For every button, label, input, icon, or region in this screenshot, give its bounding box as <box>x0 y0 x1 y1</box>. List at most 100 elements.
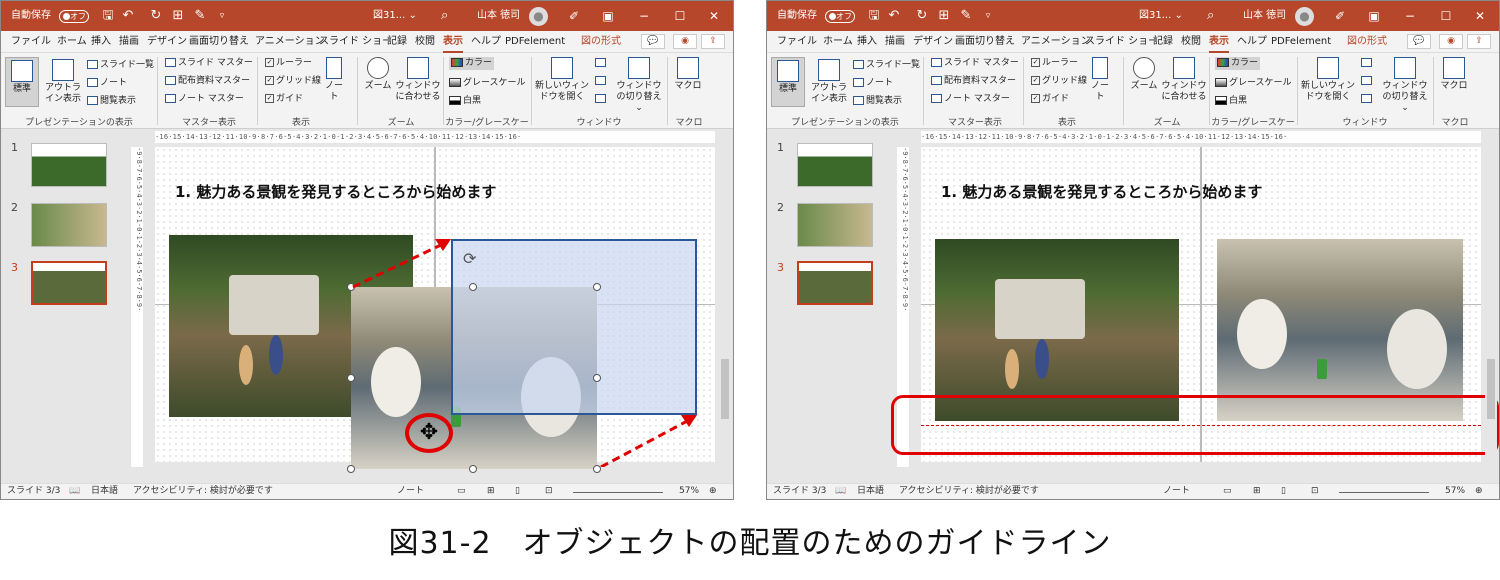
photo-workshop[interactable] <box>1217 239 1463 421</box>
handout-master-button[interactable]: 配布資料マスター <box>931 75 1016 88</box>
restore-button[interactable]: ☐ <box>1431 1 1461 31</box>
ruler-checkbox[interactable]: ✓ ルーラー <box>1031 57 1078 70</box>
reading-view-button[interactable]: 閲覧表示 <box>87 95 136 108</box>
user-name[interactable]: 山本 徳司 <box>1243 1 1286 31</box>
zoom-slider[interactable] <box>1339 492 1429 493</box>
notes-page-button[interactable]: ノート <box>853 77 893 90</box>
switch-windows-button[interactable]: ウィンドウの切り替え ⌄ <box>1381 57 1429 114</box>
autosave-toggle[interactable]: オフ <box>59 10 89 23</box>
accessibility-status[interactable]: アクセシビリティ: 検討が必要です <box>133 484 273 499</box>
presentation-icon[interactable]: ⊞ <box>169 1 187 31</box>
slide-canvas[interactable]: 1. 魅力ある景観を発見するところから始めます ⟳ ✥ <box>155 147 715 473</box>
notes-button[interactable]: ノート <box>323 57 345 103</box>
pen-icon[interactable]: ✐ <box>559 1 589 31</box>
tab-review[interactable]: 校閲 <box>415 31 435 53</box>
slideshow-icon[interactable]: ⊡ <box>545 484 553 499</box>
slide-sorter-button[interactable]: スライド一覧 <box>853 59 920 72</box>
tab-review[interactable]: 校閲 <box>1181 31 1201 53</box>
slide-master-button[interactable]: スライド マスター <box>165 57 253 70</box>
normal-view-icon[interactable]: ▭ <box>1223 484 1232 499</box>
spellcheck-icon[interactable]: 📖 <box>835 484 846 499</box>
new-window-button[interactable]: 新しいウィンドウを開く <box>535 57 589 103</box>
normal-view-button[interactable]: 標準 <box>5 57 39 107</box>
reading-view-icon[interactable]: ▯ <box>515 484 520 499</box>
close-button[interactable]: ✕ <box>699 1 729 31</box>
notes-button[interactable]: ノート <box>1089 57 1111 103</box>
switch-windows-button[interactable]: ウィンドウの切り替え ⌄ <box>615 57 663 114</box>
tab-pdfelement[interactable]: PDFelement <box>505 31 565 53</box>
reading-view-button[interactable]: 閲覧表示 <box>853 95 902 108</box>
language-label[interactable]: 日本語 <box>857 484 884 499</box>
ruler-checkbox[interactable]: ✓ ルーラー <box>265 57 312 70</box>
qat-customize-icon[interactable]: ▿ <box>979 1 997 31</box>
presentation-icon[interactable]: ⊞ <box>935 1 953 31</box>
tab-design[interactable]: デザイン <box>913 31 953 53</box>
ribbon-display-icon[interactable]: ▣ <box>593 1 623 31</box>
save-icon[interactable]: 🖫 <box>99 1 117 31</box>
tab-insert[interactable]: 挿入 <box>857 31 877 53</box>
fit-slide-icon[interactable]: ⊕ <box>1475 484 1483 499</box>
cascade-icon[interactable] <box>595 75 608 88</box>
guides-checkbox[interactable]: ✓ ガイド <box>1031 93 1069 106</box>
vertical-scrollbar[interactable] <box>1485 129 1497 485</box>
slide-thumbnail-2[interactable] <box>31 203 107 247</box>
undo-icon[interactable]: ↶ <box>885 1 903 31</box>
photo-forest-stairs[interactable] <box>935 239 1179 421</box>
move-split-icon[interactable] <box>1361 93 1374 106</box>
document-title[interactable]: 図31... ⌄ <box>1139 1 1183 31</box>
share-icon[interactable]: ⇪ <box>1467 34 1491 49</box>
search-icon[interactable]: ⌕ <box>1207 1 1214 31</box>
handout-master-button[interactable]: 配布資料マスター <box>165 75 250 88</box>
arrange-all-icon[interactable] <box>1361 57 1374 70</box>
vertical-scrollbar[interactable] <box>719 129 731 485</box>
tab-transitions[interactable]: 画面切り替え <box>189 31 249 53</box>
minimize-button[interactable]: − <box>1395 1 1425 31</box>
slide-thumbnail-3[interactable] <box>31 261 107 305</box>
restore-button[interactable]: ☐ <box>665 1 695 31</box>
format-painter-icon[interactable]: ✎ <box>191 1 209 31</box>
slide-thumbnail-1[interactable] <box>797 143 873 187</box>
slide-sorter-icon[interactable]: ⊞ <box>487 484 495 499</box>
notes-toggle[interactable]: ノート <box>397 484 424 499</box>
tab-home[interactable]: ホーム <box>57 31 87 53</box>
tab-slideshow[interactable]: スライド ショー <box>1085 31 1158 53</box>
gridlines-checkbox[interactable]: ✓ グリッド線 <box>1031 75 1087 88</box>
tab-record[interactable]: 記録 <box>387 31 407 53</box>
undo-icon[interactable]: ↶ <box>119 1 137 31</box>
tab-animations[interactable]: アニメーション <box>1021 31 1091 53</box>
comments-icon[interactable]: 💬 <box>1407 34 1431 49</box>
ribbon-display-icon[interactable]: ▣ <box>1359 1 1389 31</box>
redo-icon[interactable]: ↻ <box>147 1 165 31</box>
macro-button[interactable]: マクロ <box>1439 57 1469 92</box>
tab-transitions[interactable]: 画面切り替え <box>955 31 1015 53</box>
tab-slideshow[interactable]: スライド ショー <box>319 31 392 53</box>
guides-checkbox[interactable]: ✓ ガイド <box>265 93 303 106</box>
avatar[interactable]: ● <box>529 7 548 26</box>
tab-record[interactable]: 記録 <box>1153 31 1173 53</box>
gridlines-checkbox[interactable]: ✓ グリッド線 <box>265 75 321 88</box>
zoom-slider[interactable] <box>573 492 663 493</box>
slide-thumbnail-3[interactable] <box>797 261 873 305</box>
search-icon[interactable]: ⌕ <box>441 1 448 31</box>
color-button[interactable]: カラー <box>1215 57 1261 70</box>
close-button[interactable]: ✕ <box>1465 1 1495 31</box>
slide-heading[interactable]: 1. 魅力ある景観を発見するところから始めます <box>941 181 1262 202</box>
grayscale-button[interactable]: グレースケール <box>449 77 526 90</box>
redo-icon[interactable]: ↻ <box>913 1 931 31</box>
fit-to-window-button[interactable]: ウィンドウに合わせる <box>1161 57 1207 103</box>
tab-animations[interactable]: アニメーション <box>255 31 325 53</box>
slide-sorter-icon[interactable]: ⊞ <box>1253 484 1261 499</box>
tab-home[interactable]: ホーム <box>823 31 853 53</box>
minimize-button[interactable]: − <box>629 1 659 31</box>
notes-page-button[interactable]: ノート <box>87 77 127 90</box>
tab-help[interactable]: ヘルプ <box>471 31 501 53</box>
comments-icon[interactable]: 💬 <box>641 34 665 49</box>
tab-view[interactable]: 表示 <box>443 31 463 53</box>
autosave-toggle[interactable]: オフ <box>825 10 855 23</box>
language-label[interactable]: 日本語 <box>91 484 118 499</box>
zoom-button[interactable]: ズーム <box>363 57 393 92</box>
new-window-button[interactable]: 新しいウィンドウを開く <box>1301 57 1355 103</box>
zoom-level[interactable]: 57% <box>1445 484 1465 499</box>
normal-view-icon[interactable]: ▭ <box>457 484 466 499</box>
tab-file[interactable]: ファイル <box>777 31 817 53</box>
